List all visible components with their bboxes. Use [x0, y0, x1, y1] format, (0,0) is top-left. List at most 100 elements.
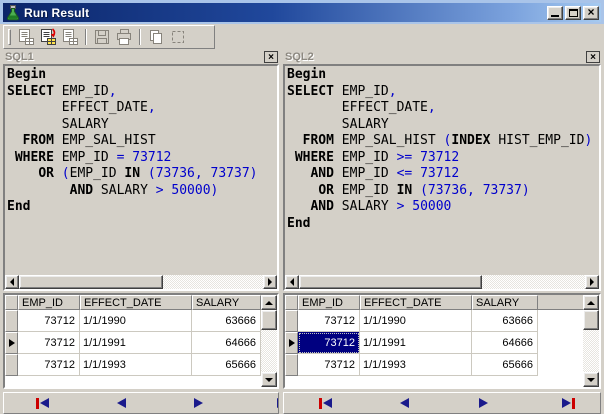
grid-cell[interactable]: 65666 — [192, 354, 261, 376]
print-icon — [117, 29, 131, 45]
save-button[interactable] — [91, 27, 113, 47]
minimize-button[interactable] — [547, 5, 563, 20]
row-selector[interactable] — [285, 354, 298, 376]
prior-record-button[interactable] — [392, 395, 416, 411]
grid-cell[interactable]: 73712 — [18, 354, 80, 376]
window-title: Run Result — [24, 5, 90, 20]
column-header-effect-date[interactable]: EFFECT_DATE — [360, 295, 472, 310]
grid-header-row: EMP_ID EFFECT_DATE SALARY — [285, 295, 583, 310]
sql1-editor[interactable]: Begin SELECT EMP_ID, EFFECT_DATE, SALARY … — [5, 66, 277, 275]
scroll-track[interactable] — [299, 275, 585, 289]
close-button[interactable]: × — [583, 4, 599, 20]
grid-cell[interactable]: 63666 — [192, 310, 261, 332]
print-button[interactable] — [113, 27, 135, 47]
row-filler — [538, 332, 583, 354]
grid-cell[interactable]: 1/1/1993 — [80, 354, 192, 376]
close-icon: × — [268, 51, 274, 63]
scroll-up-button[interactable] — [261, 295, 277, 310]
close-icon: × — [590, 51, 596, 63]
record-navigators — [3, 392, 601, 414]
column-header-effect-date[interactable]: EFFECT_DATE — [80, 295, 192, 310]
sql1-hscrollbar[interactable] — [5, 275, 277, 289]
row-selector[interactable] — [285, 310, 298, 332]
grid-cell-selected[interactable]: 73712 — [298, 332, 360, 354]
grid-cell[interactable]: 1/1/1991 — [80, 332, 192, 354]
toolbar-separator — [85, 29, 87, 45]
scroll-down-button[interactable] — [261, 372, 277, 387]
scroll-down-button[interactable] — [583, 372, 599, 387]
scroll-left-button[interactable] — [285, 275, 299, 289]
grid-cell[interactable]: 73712 — [298, 310, 360, 332]
scroll-up-button[interactable] — [583, 295, 599, 310]
first-bar-icon — [35, 397, 39, 409]
code-line: SELECT EMP_ID, — [7, 83, 117, 99]
column-header-salary[interactable]: SALARY — [472, 295, 538, 310]
grid-vscrollbar[interactable] — [261, 295, 277, 387]
run-all-button[interactable] — [59, 27, 81, 47]
scroll-thumb[interactable] — [299, 275, 483, 289]
grid-cell[interactable]: 1/1/1991 — [360, 332, 472, 354]
row-selector[interactable] — [5, 310, 18, 332]
scroll-thumb[interactable] — [261, 310, 277, 330]
column-header-emp-id[interactable]: EMP_ID — [298, 295, 360, 310]
copy-button[interactable] — [145, 27, 167, 47]
table-row: 73712 1/1/1991 64666 — [5, 332, 261, 354]
prior-record-icon — [117, 398, 127, 408]
code-line: WHERE EMP_ID >= 73712 — [294, 149, 460, 165]
next-record-button[interactable] — [471, 395, 495, 411]
maximize-button[interactable] — [565, 5, 581, 20]
arrow-up-icon — [265, 300, 273, 305]
row-selector-current[interactable] — [285, 332, 298, 354]
column-header-salary[interactable]: SALARY — [192, 295, 261, 310]
run-selected-button[interactable] — [37, 27, 59, 47]
first-record-button[interactable] — [313, 395, 337, 411]
close-icon: × — [587, 4, 595, 19]
grid-cell[interactable]: 1/1/1993 — [360, 354, 472, 376]
sql2-editor[interactable]: Begin SELECT EMP_ID, EFFECT_DATE, SALARY … — [285, 66, 599, 275]
scroll-thumb[interactable] — [583, 310, 599, 330]
arrow-down-icon — [265, 377, 273, 382]
row-selector[interactable] — [5, 354, 18, 376]
title-bar[interactable]: Run Result × — [3, 3, 601, 22]
grid-cell[interactable]: 73712 — [298, 354, 360, 376]
navigator-sql2 — [283, 392, 601, 414]
scroll-right-button[interactable] — [585, 275, 599, 289]
panel-close-button[interactable]: × — [586, 51, 600, 63]
panel-close-button[interactable]: × — [264, 51, 278, 63]
grid-cell[interactable]: 73712 — [18, 332, 80, 354]
grid-cell[interactable]: 73712 — [18, 310, 80, 332]
scroll-right-button[interactable] — [263, 275, 277, 289]
next-record-button[interactable] — [187, 395, 211, 411]
grid-cell[interactable]: 64666 — [472, 332, 538, 354]
last-record-icon — [276, 398, 278, 408]
scroll-thumb[interactable] — [19, 275, 163, 289]
last-record-button[interactable] — [556, 395, 580, 411]
run-result-window: Run Result × SQL1 × Begin SELECT EMP_ID,… — [0, 0, 604, 414]
fit-button[interactable] — [167, 27, 189, 47]
run-review-button[interactable] — [15, 27, 37, 47]
first-record-button[interactable] — [30, 395, 54, 411]
last-record-icon — [561, 398, 571, 408]
toolbar-grip[interactable] — [8, 29, 11, 45]
grid-cell[interactable]: 64666 — [192, 332, 261, 354]
prior-record-button[interactable] — [110, 395, 134, 411]
last-record-button[interactable] — [271, 395, 278, 411]
window-frame-top: Run Result × — [0, 0, 604, 24]
code-line: EFFECT_DATE, — [7, 100, 156, 115]
sql2-code-box: Begin SELECT EMP_ID, EFFECT_DATE, SALARY … — [283, 64, 601, 291]
toolbar-separator — [139, 29, 141, 45]
code-line: OR EMP_ID IN (73736, 73737) — [318, 182, 530, 198]
scroll-left-button[interactable] — [5, 275, 19, 289]
grid-vscrollbar[interactable] — [583, 295, 599, 387]
grid-cell[interactable]: 63666 — [472, 310, 538, 332]
row-selector-current[interactable] — [5, 332, 18, 354]
grid-cell[interactable]: 65666 — [472, 354, 538, 376]
scroll-track[interactable] — [19, 275, 263, 289]
panel-title: SQL1 — [5, 51, 34, 63]
grid-cell[interactable]: 1/1/1990 — [360, 310, 472, 332]
column-header-emp-id[interactable]: EMP_ID — [18, 295, 80, 310]
scroll-track[interactable] — [261, 310, 277, 372]
sql2-hscrollbar[interactable] — [285, 275, 599, 289]
scroll-track[interactable] — [583, 310, 599, 372]
grid-cell[interactable]: 1/1/1990 — [80, 310, 192, 332]
